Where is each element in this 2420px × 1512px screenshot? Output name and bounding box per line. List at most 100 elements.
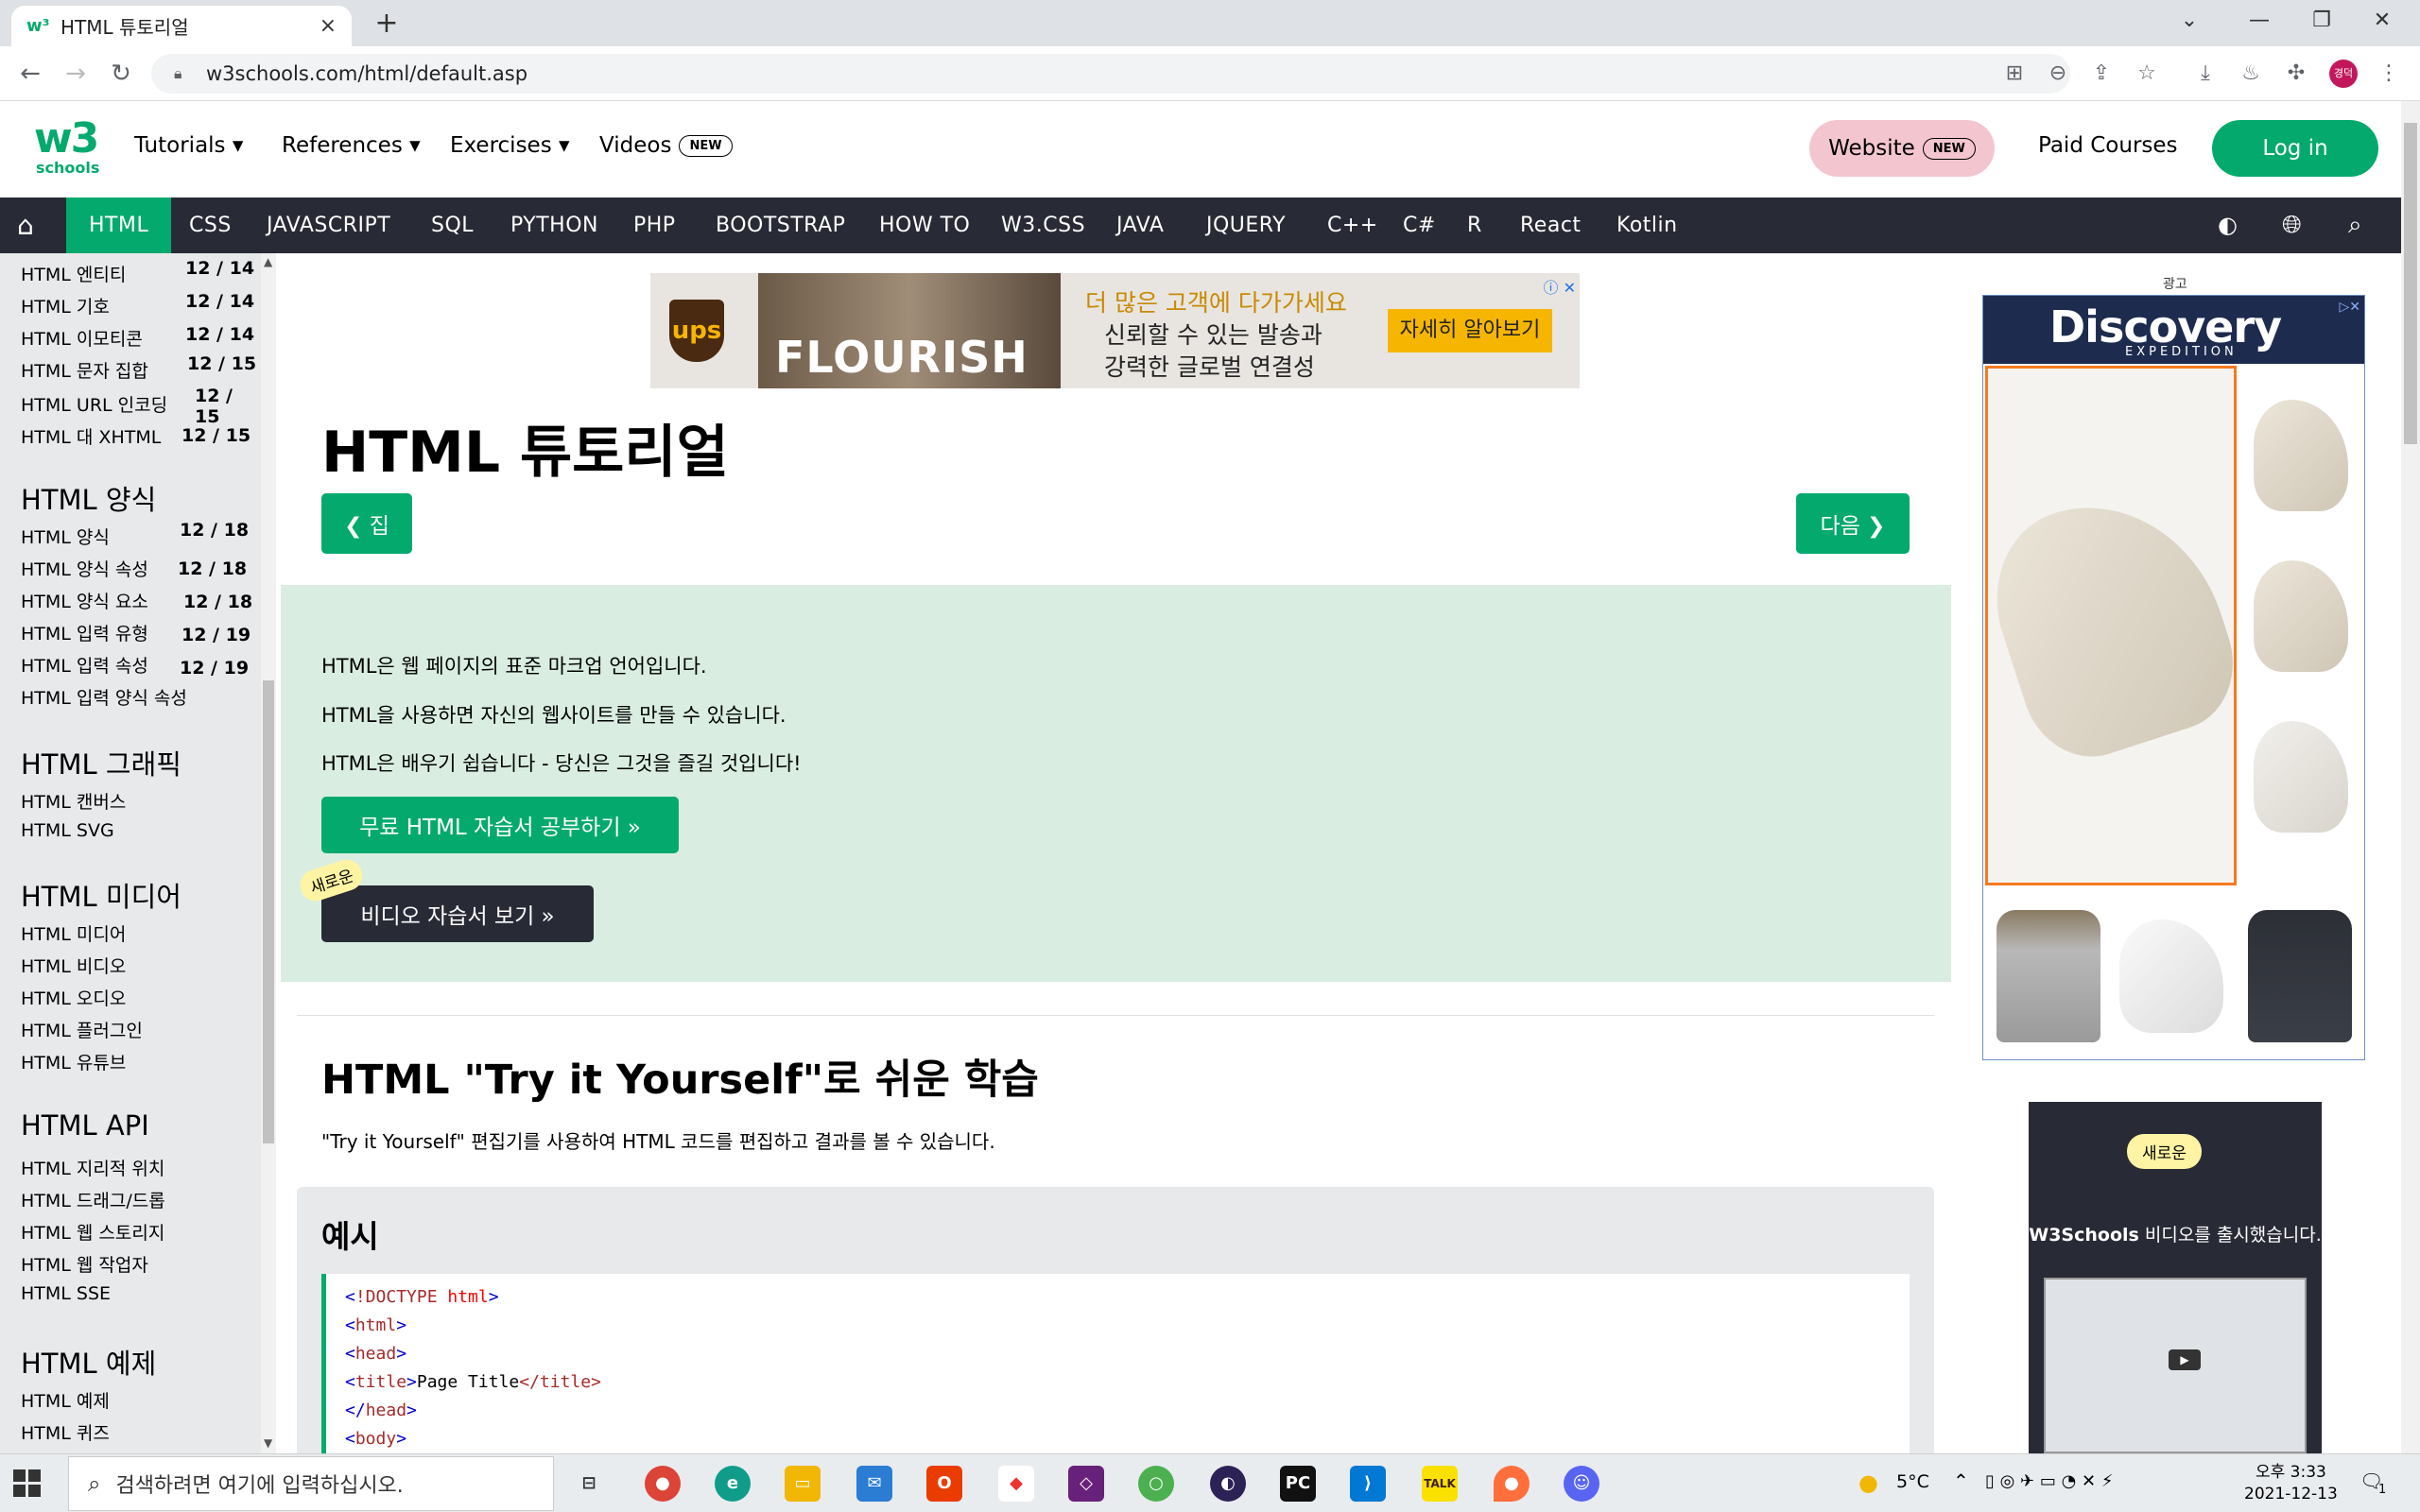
kakaotalk-icon[interactable]: TALK [1422, 1466, 1458, 1502]
sidebar-item[interactable]: HTML 엔티티 [21, 261, 126, 286]
w3schools-logo[interactable]: w3 schools [34, 118, 100, 184]
sidebar-scrollbar-thumb[interactable] [263, 680, 274, 1143]
weather-icon[interactable]: ● [1858, 1469, 1878, 1496]
sidebar-item[interactable]: HTML 미디어 [21, 920, 126, 946]
topic-java[interactable]: JAVA [1116, 198, 1164, 253]
page-scrollbar-thumb[interactable] [2404, 123, 2417, 444]
ad-cta-button[interactable]: 자세히 알아보기 [1388, 309, 1552, 352]
sidebar-item[interactable]: HTML 입력 양식 속성 [21, 684, 187, 710]
home-icon[interactable]: ⌂ [17, 198, 34, 253]
topic-python[interactable]: PYTHON [510, 198, 598, 253]
topic-w3css[interactable]: W3.CSS [1001, 198, 1085, 253]
nav-tutorials[interactable]: Tutorials ▾ [134, 133, 243, 158]
jacket-thumb-image[interactable] [2248, 910, 2352, 1042]
topic-react[interactable]: React [1520, 198, 1582, 253]
featured-shoe-tile[interactable] [1983, 366, 2252, 885]
sidebar-item[interactable]: HTML 퀴즈 [21, 1419, 110, 1445]
sneaker-thumb-image[interactable] [2119, 919, 2223, 1033]
topic-css[interactable]: CSS [189, 198, 232, 253]
topic-javascript[interactable]: JAVASCRIPT [267, 198, 390, 253]
topic-howto[interactable]: HOW TO [879, 198, 970, 253]
topic-csharp[interactable]: C# [1403, 198, 1436, 253]
mail-icon[interactable]: ✉ [856, 1466, 892, 1502]
sidebar-item[interactable]: HTML SVG [21, 820, 114, 841]
app-icon[interactable]: ◆ [998, 1466, 1034, 1502]
chrome-app-icon[interactable]: ● [645, 1466, 681, 1502]
topic-sql[interactable]: SQL [431, 198, 474, 253]
nav-exercises[interactable]: Exercises ▾ [450, 133, 570, 158]
sidebar-item[interactable]: HTML 지리적 위치 [21, 1155, 164, 1180]
video-promo-ad[interactable]: 새로운 W3Schools 비디오를 출시했습니다. ▶ [2029, 1102, 2322, 1453]
ups-ad-banner[interactable]: ups FLOURISH 더 많은 고객에 다가가세요 신뢰할 수 있는 발송과… [650, 273, 1580, 388]
topic-kotlin[interactable]: Kotlin [1616, 198, 1678, 253]
sidebar-item[interactable]: HTML 유튜브 [21, 1049, 126, 1074]
extension-download-icon[interactable]: ⤓ [2189, 58, 2221, 90]
play-icon[interactable]: ▶ [2169, 1349, 2201, 1370]
tab-search-icon[interactable]: ⌄ [2170, 6, 2208, 36]
file-explorer-icon[interactable]: ▭ [785, 1466, 821, 1502]
discord-icon[interactable]: ☺ [1564, 1466, 1599, 1502]
browser-tab[interactable]: w³ HTML 튜토리얼 × [11, 6, 352, 46]
clock-time[interactable]: 오후 3:33 [2256, 1458, 2326, 1482]
minimize-icon[interactable]: — [2240, 6, 2278, 36]
nav-videos[interactable]: Videos NEW [599, 133, 733, 158]
tray-chevron-icon[interactable]: ⌃ [1953, 1469, 1969, 1492]
sidebar-item[interactable]: HTML 오디오 [21, 985, 126, 1010]
app-ring-icon[interactable]: ○ [1138, 1466, 1174, 1502]
zoom-icon[interactable]: ⊖ [2042, 58, 2074, 90]
sidebar-item[interactable]: HTML 웹 작업자 [21, 1251, 148, 1277]
forward-icon[interactable]: → [59, 58, 93, 90]
back-icon[interactable]: ← [13, 58, 47, 90]
globe-icon[interactable]: 🌐︎ [2282, 198, 2302, 253]
boot-thumb-image[interactable] [2254, 721, 2348, 833]
scroll-up-arrow-icon[interactable]: ▲ [264, 255, 272, 268]
next-button[interactable]: 다음 ❯ [1796, 493, 1910, 554]
sidebar-item[interactable]: HTML 플러그인 [21, 1017, 143, 1042]
sneaker-thumb-image[interactable] [2254, 560, 2348, 672]
sidebar-item[interactable]: HTML 양식 요소 [21, 588, 148, 613]
sidebar-item[interactable]: HTML 양식 속성 [21, 556, 148, 581]
theme-toggle-icon[interactable]: ◐ [2218, 198, 2238, 253]
sneaker-thumb-image[interactable] [2254, 400, 2348, 511]
sidebar-item[interactable]: HTML 입력 속성 [21, 652, 148, 678]
topic-php[interactable]: PHP [633, 198, 676, 253]
profile-avatar[interactable]: 경덕 [2329, 60, 2358, 88]
eclipse-icon[interactable]: ◐ [1210, 1466, 1246, 1502]
sidebar-item[interactable]: HTML 비디오 [21, 953, 126, 978]
ad-choices-icon[interactable]: ▷✕ [2340, 300, 2361, 315]
sidebar-item[interactable]: HTML 이모티콘 [21, 325, 143, 351]
scroll-down-arrow-icon[interactable]: ▼ [264, 1436, 272, 1450]
search-icon[interactable]: ⌕ [2348, 198, 2362, 253]
sidebar-item[interactable]: HTML 캔버스 [21, 788, 126, 814]
login-button[interactable]: Log in [2212, 120, 2378, 177]
sidebar-item[interactable]: HTML 예제 [21, 1387, 110, 1413]
ad-close-icon[interactable]: ⓘ ✕ [1544, 275, 1577, 298]
nav-references[interactable]: References ▾ [282, 133, 421, 158]
windows-start-icon[interactable] [13, 1469, 42, 1498]
jacket-thumb-image[interactable] [1996, 910, 2100, 1042]
vscode-icon[interactable]: ⟩ [1350, 1466, 1386, 1502]
sidebar-item[interactable]: HTML 드래그/드롭 [21, 1187, 165, 1212]
topic-jquery[interactable]: JQUERY [1206, 198, 1286, 253]
extensions-puzzle-icon[interactable]: ✣ [2280, 58, 2312, 90]
app-drop-icon[interactable]: ● [1494, 1466, 1530, 1502]
topic-r[interactable]: R [1467, 198, 1482, 253]
topic-html[interactable]: HTML [66, 198, 172, 253]
sidebar-item[interactable]: HTML 기호 [21, 293, 110, 318]
sidebar-item[interactable]: HTML 양식 [21, 524, 110, 549]
sidebar-item[interactable]: HTML URL 인코딩 [21, 391, 167, 417]
clock-date[interactable]: 2021-12-13 [2244, 1485, 2338, 1503]
prev-home-button[interactable]: ❮ 집 [321, 493, 412, 554]
sidebar-item[interactable]: HTML 웹 스토리지 [21, 1219, 164, 1245]
taskbar-search[interactable]: ⌕ 검색하려면 여기에 입력하십시오. [68, 1456, 554, 1511]
visual-studio-icon[interactable]: ◇ [1068, 1466, 1104, 1502]
sidebar-item[interactable]: HTML 입력 유형 [21, 620, 148, 645]
address-bar[interactable]: 🔒︎ w3schools.com/html/default.asp [151, 54, 2070, 94]
topic-cpp[interactable]: C++ [1327, 198, 1378, 253]
video-thumbnail[interactable]: ▶ [2044, 1278, 2307, 1453]
paid-courses-link[interactable]: Paid Courses [2038, 133, 2178, 158]
translate-icon[interactable]: ⊞ [1998, 58, 2031, 90]
task-view-icon[interactable]: ⊟ [571, 1466, 607, 1502]
close-window-icon[interactable]: ✕ [2363, 6, 2401, 36]
extension-basket-icon[interactable]: ♨ [2235, 58, 2267, 90]
